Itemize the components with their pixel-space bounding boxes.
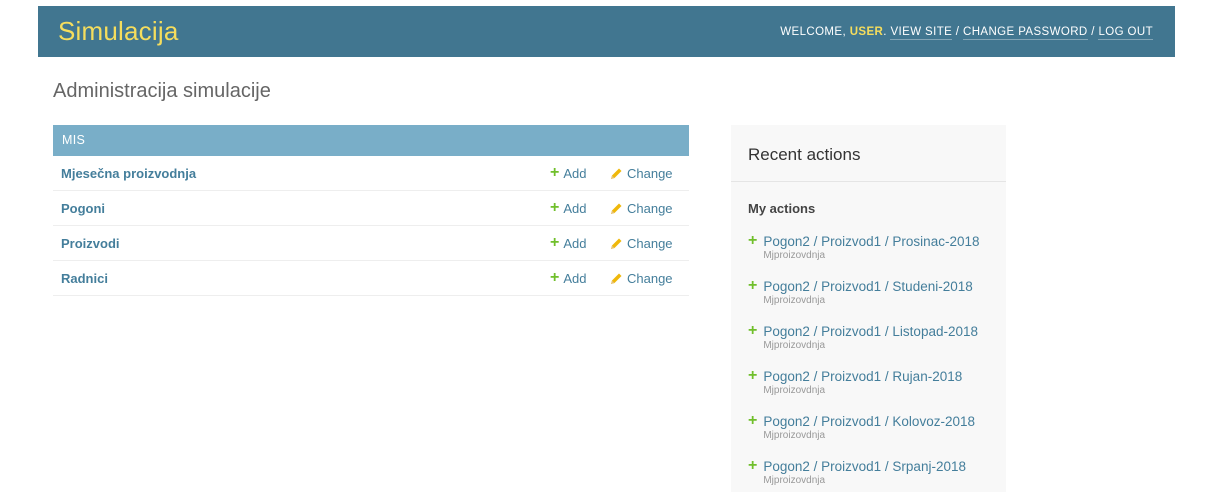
- model-row: Radnici + Add Change: [53, 261, 689, 296]
- action-content-type: Mjproizovdnja: [763, 430, 826, 441]
- log-out-link[interactable]: LOG OUT: [1098, 25, 1153, 40]
- user-tools: WELCOME, USER. VIEW SITE / CHANGE PASSWO…: [780, 25, 1153, 40]
- recent-action-item: + Pogon2 / Proizvod1 / Prosinac-2018 Mjpro…: [748, 232, 1006, 279]
- change-password-link[interactable]: CHANGE PASSWORD: [963, 25, 1088, 40]
- add-link[interactable]: + Add: [550, 235, 610, 251]
- recent-action-item: + Pogon2 / Proizvod1 / Studeni-2018 Mjproi…: [748, 277, 1006, 324]
- change-link[interactable]: Change: [610, 166, 684, 181]
- change-link[interactable]: Change: [610, 271, 684, 286]
- recent-action-link[interactable]: Pogon2 / Proizvod1 / Prosinac-2018: [763, 234, 979, 249]
- plus-icon: +: [748, 277, 758, 294]
- change-label: Change: [627, 165, 673, 181]
- plus-icon: +: [550, 199, 560, 216]
- change-label: Change: [627, 270, 673, 286]
- header: Simulacija WELCOME, USER. VIEW SITE / CH…: [38, 6, 1175, 57]
- pencil-icon: [610, 167, 623, 180]
- change-link[interactable]: Change: [610, 236, 684, 251]
- recent-actions-title: Recent actions: [731, 125, 1006, 182]
- recent-action-link[interactable]: Pogon2 / Proizvod1 / Studeni-2018: [763, 279, 972, 294]
- model-link[interactable]: Mjesečna proizvodnja: [53, 166, 550, 181]
- welcome-text: WELCOME,: [780, 25, 850, 38]
- action-text: Pogon2 / Proizvod1 / Prosinac-2018 Mjproi…: [763, 234, 979, 261]
- model-row: Mjesečna proizvodnja + Add Change: [53, 156, 689, 191]
- model-link[interactable]: Radnici: [53, 271, 550, 286]
- recent-actions-panel: Recent actions My actions + Pogon2 / Proi…: [731, 125, 1006, 492]
- module-caption[interactable]: MIS: [53, 125, 689, 156]
- action-content-type: Mjproizovdnja: [763, 475, 826, 486]
- add-label: Add: [563, 270, 587, 286]
- my-actions-title: My actions: [748, 201, 816, 216]
- plus-icon: +: [550, 234, 560, 251]
- pencil-icon: [610, 272, 623, 285]
- recent-action-link[interactable]: Pogon2 / Proizvod1 / Listopad-2018: [763, 324, 978, 339]
- action-text: Pogon2 / Proizvod1 / Rujan-2018 Mjproizov…: [763, 369, 962, 396]
- action-content-type: Mjproizovdnja: [763, 250, 826, 261]
- change-label: Change: [627, 200, 673, 216]
- plus-icon: +: [748, 412, 758, 429]
- add-label: Add: [563, 200, 587, 216]
- site-branding[interactable]: Simulacija: [58, 16, 179, 47]
- plus-icon: +: [748, 232, 758, 249]
- model-row: Pogoni + Add Change: [53, 191, 689, 226]
- plus-icon: +: [748, 367, 758, 384]
- recent-action-item: + Pogon2 / Proizvod1 / Rujan-2018 Mjproizo…: [748, 367, 1006, 414]
- action-content-type: Mjproizovdnja: [763, 385, 826, 396]
- plus-icon: +: [550, 269, 560, 286]
- view-site-link[interactable]: VIEW SITE: [890, 25, 953, 40]
- action-content-type: Mjproizovdnja: [763, 295, 826, 306]
- recent-action-item: + Pogon2 / Proizvod1 / Listopad-2018 Mjpro…: [748, 322, 1006, 369]
- action-text: Pogon2 / Proizvod1 / Kolovoz-2018 Mjproiz…: [763, 414, 975, 441]
- action-text: Pogon2 / Proizvod1 / Listopad-2018 Mjproi…: [763, 324, 978, 351]
- action-text: Pogon2 / Proizvod1 / Studeni-2018 Mjproiz…: [763, 279, 972, 306]
- recent-action-item: + Pogon2 / Proizvod1 / Srpanj-2018 Mjproiz…: [748, 457, 1006, 504]
- page-title: Administracija simulacije: [53, 80, 271, 102]
- add-link[interactable]: + Add: [550, 270, 610, 286]
- add-link[interactable]: + Add: [550, 165, 610, 181]
- pencil-icon: [610, 202, 623, 215]
- add-label: Add: [563, 235, 587, 251]
- recent-action-item: + Pogon2 / Proizvod1 / Kolovoz-2018 Mjproi…: [748, 412, 1006, 459]
- model-row: Proizvodi + Add Change: [53, 226, 689, 261]
- recent-action-link[interactable]: Pogon2 / Proizvod1 / Kolovoz-2018: [763, 414, 975, 429]
- model-link[interactable]: Proizvodi: [53, 236, 550, 251]
- separator: /: [1087, 25, 1099, 38]
- separator: /: [952, 25, 963, 38]
- username: USER: [849, 25, 884, 38]
- change-link[interactable]: Change: [610, 201, 684, 216]
- add-link[interactable]: + Add: [550, 200, 610, 216]
- model-link[interactable]: Pogoni: [53, 201, 550, 216]
- action-list: + Pogon2 / Proizvod1 / Prosinac-2018 Mjpro…: [731, 232, 1006, 504]
- plus-icon: +: [748, 457, 758, 474]
- change-label: Change: [627, 235, 673, 251]
- pencil-icon: [610, 237, 623, 250]
- recent-action-link[interactable]: Pogon2 / Proizvod1 / Srpanj-2018: [763, 459, 966, 474]
- plus-icon: +: [748, 322, 758, 339]
- app-module-mis: MIS Mjesečna proizvodnja + Add Change Pogoni…: [53, 125, 689, 296]
- plus-icon: +: [550, 164, 560, 181]
- action-content-type: Mjproizovdnja: [763, 340, 826, 351]
- action-text: Pogon2 / Proizvod1 / Srpanj-2018 Mjproizo…: [763, 459, 966, 486]
- recent-action-link[interactable]: Pogon2 / Proizvod1 / Rujan-2018: [763, 369, 962, 384]
- add-label: Add: [563, 165, 587, 181]
